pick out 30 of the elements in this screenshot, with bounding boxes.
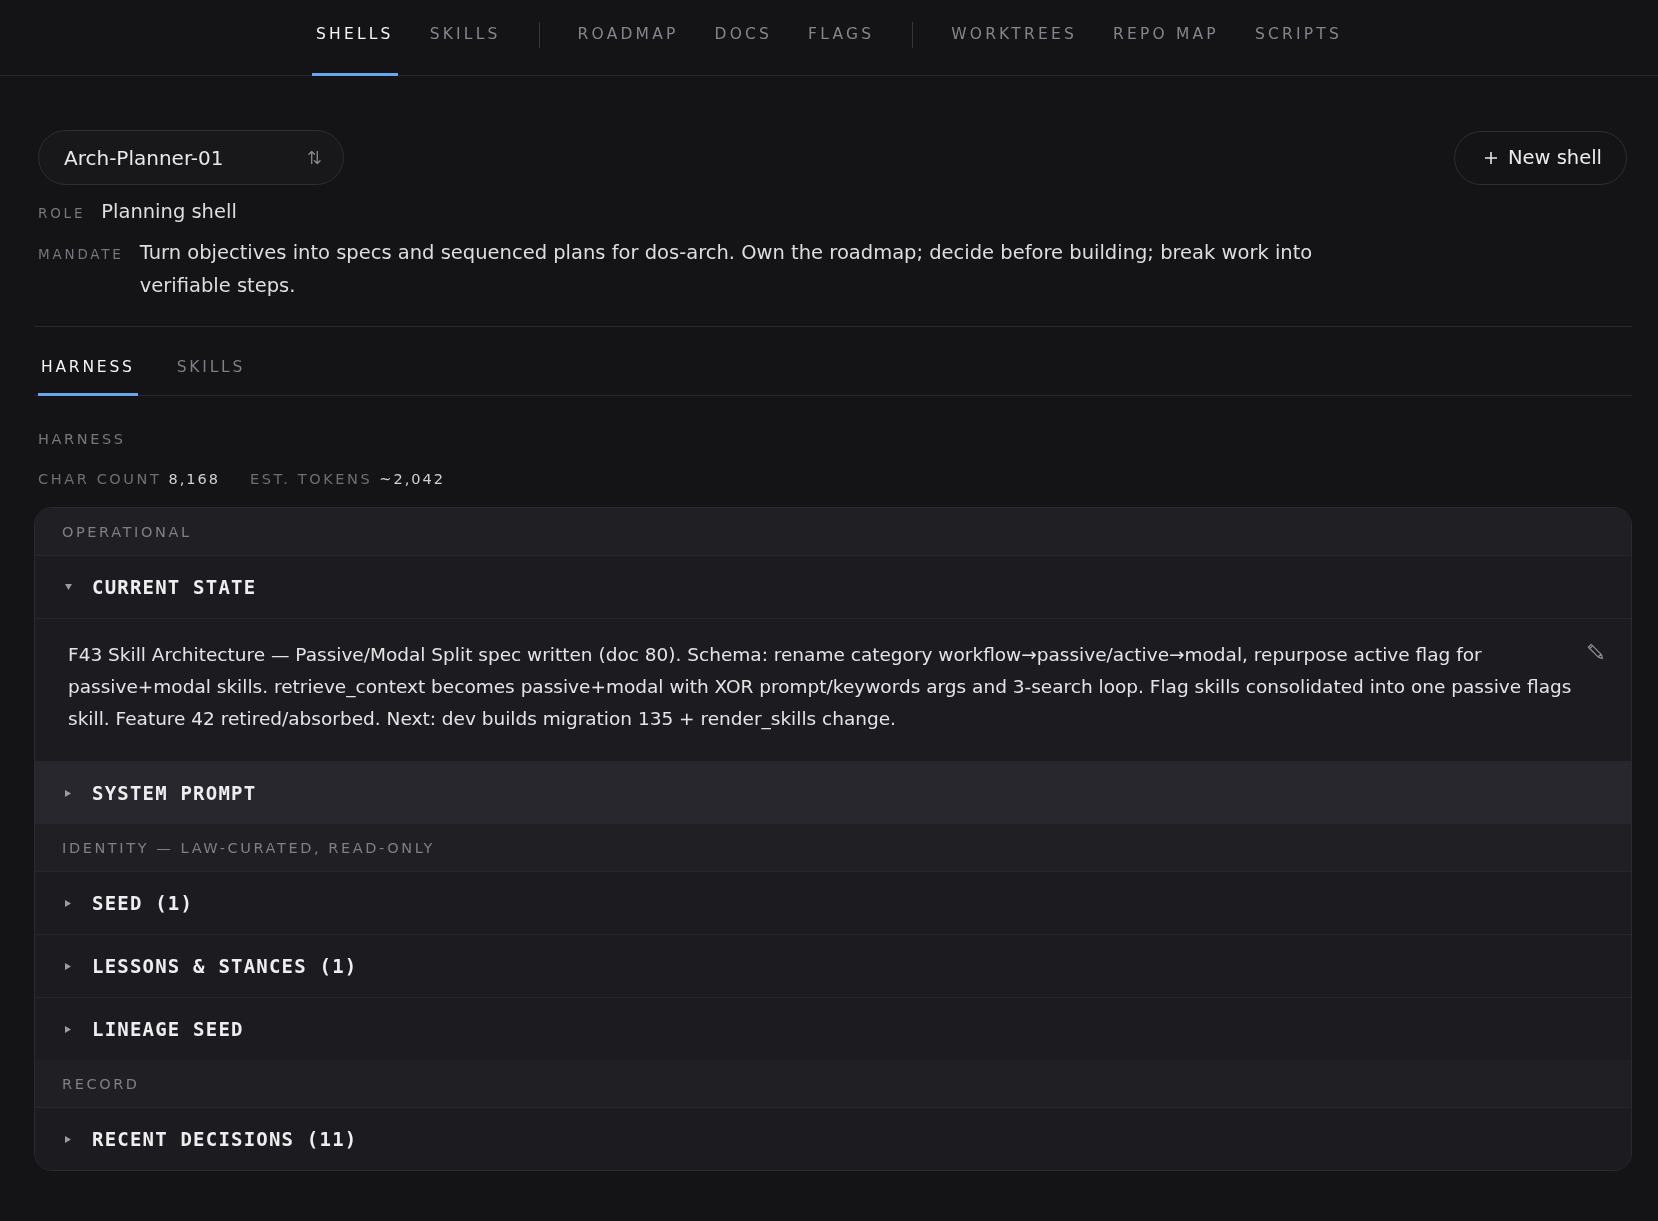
harness-heading: HARNESS (37, 431, 127, 447)
stat-value: 8,168 (168, 471, 220, 487)
stat-label: CHAR COUNT (38, 471, 162, 487)
plus-icon (1484, 151, 1497, 164)
mandate-label: MANDATE (38, 246, 124, 262)
nav-tab[interactable]: FLAGS (804, 0, 879, 76)
role-label: ROLE (38, 205, 86, 221)
nav-tab[interactable]: SHELLS (312, 0, 398, 76)
new-shell-button[interactable]: New shell (1453, 130, 1627, 185)
accordion-header[interactable]: RECENT DECISIONS (11) (35, 1107, 1631, 1170)
tab[interactable]: SKILLS (173, 340, 249, 396)
sort-arrows-icon (308, 150, 321, 165)
accordion-header[interactable]: SYSTEM PROMPT (35, 761, 1631, 824)
section-heading: IDENTITY — LAW-CURATED, READ-ONLY (35, 824, 1631, 871)
section-heading: OPERATIONAL (35, 508, 1631, 555)
current-state-text: F43 Skill Architecture — Passive/Modal Split spec written (doc 80). Schema: rename category workflow→passive/active→modal, repurpose active flag for passive+modal skills. retrieve_context becomes passive+modal with XOR prompt/keywords args and 3-search loop. Flag skills consolidated into one passive flags skill. Feature 42 retired/absorbed. Next: dev builds migration 135 + render_skills change. (68, 643, 1573, 732)
nav-tab[interactable]: WORKTREES (947, 0, 1081, 76)
nav-tab[interactable]: SKILLS (425, 0, 505, 76)
stat-value: ~2,042 (379, 471, 445, 487)
role-value: Planning shell (101, 199, 237, 225)
nav-tab[interactable]: DOCS (710, 0, 777, 76)
tab[interactable]: HARNESS (38, 340, 138, 396)
shell-selector[interactable]: Arch-Planner-01 (38, 130, 344, 185)
section-heading: RECORD (35, 1060, 1631, 1107)
nav-tab[interactable]: REPO MAP (1108, 0, 1223, 76)
pencil-icon[interactable] (1587, 643, 1603, 659)
nav-tab[interactable]: SCRIPTS (1250, 0, 1346, 76)
mandate-text: Turn objectives into specs and sequenced plans for dos-arch. Own the roadmap; decide before building; break work into verifiable steps. (139, 240, 1314, 299)
stat-label: EST. TOKENS (250, 471, 373, 487)
nav-tab[interactable]: ROADMAP (573, 0, 683, 76)
